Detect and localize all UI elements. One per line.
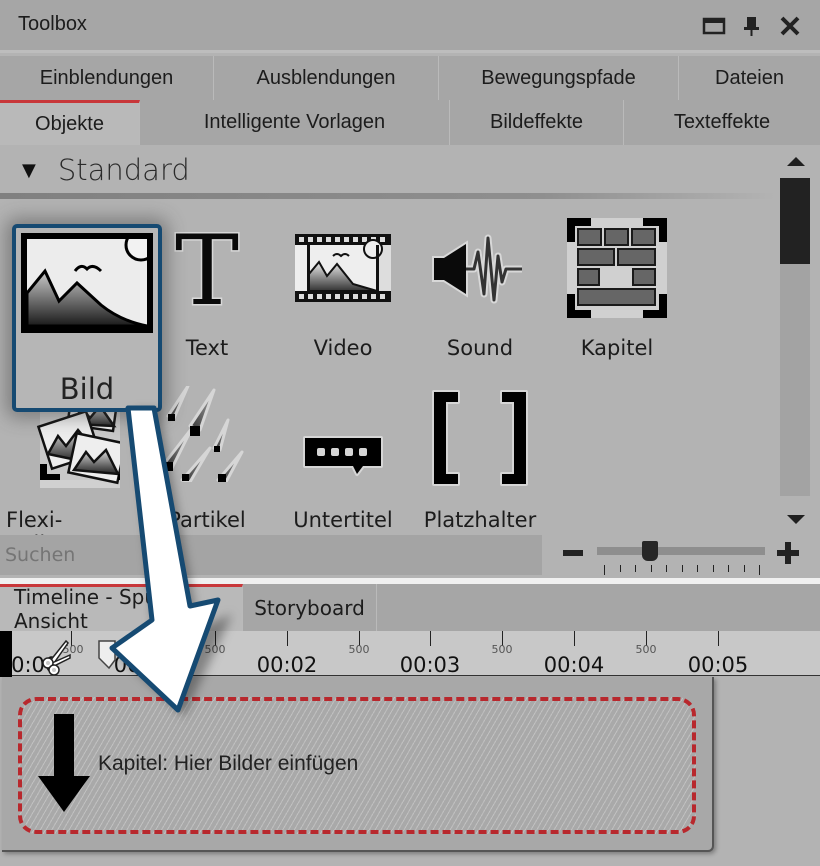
- zoom-in-icon[interactable]: [777, 542, 799, 564]
- sound-icon: [430, 234, 530, 308]
- object-item-platzhalter[interactable]: Platzhalter: [410, 380, 550, 532]
- object-item-bild[interactable]: Bild: [12, 224, 162, 412]
- tab-bewegungspfade[interactable]: Bewegungspfade: [439, 56, 679, 101]
- tab-einblendungen[interactable]: Einblendungen: [0, 56, 214, 101]
- ruler-tick: [718, 631, 719, 646]
- object-label: Bild: [59, 372, 115, 406]
- search-input[interactable]: [0, 535, 542, 575]
- image-icon: [21, 228, 158, 337]
- collapse-triangle-icon[interactable]: ▼: [22, 160, 36, 181]
- ruler-tick: [144, 631, 145, 646]
- objects-scrollbar[interactable]: [780, 145, 820, 530]
- tab-ausblendungen[interactable]: Ausblendungen: [214, 56, 439, 101]
- ruler-time: 00:01: [113, 653, 175, 677]
- scissors-icon[interactable]: [40, 639, 72, 679]
- ruler-sub-label: 500: [635, 643, 657, 656]
- ruler-sub-label: 500: [491, 643, 513, 656]
- placeholder-icon: [430, 388, 530, 492]
- object-item-sound[interactable]: Sound: [410, 226, 550, 376]
- ruler-tick: [574, 631, 575, 646]
- object-item-video[interactable]: Video: [273, 226, 413, 376]
- tab-storyboard[interactable]: Storyboard: [243, 584, 377, 631]
- text-icon: T: [167, 214, 247, 329]
- toolbox-titlebar: Toolbox: [0, 0, 820, 53]
- scroll-thumb[interactable]: [780, 178, 810, 264]
- icon-size-slider[interactable]: [597, 547, 765, 555]
- object-item-kapitel[interactable]: Kapitel: [547, 216, 687, 366]
- tab-row-2: Objekte Intelligente Vorlagen Bildeffekt…: [0, 100, 820, 145]
- slider-ticks: [604, 565, 760, 575]
- tab-row-1: Einblendungen Ausblendungen Bewegungspfa…: [0, 56, 820, 101]
- icon-size-slider-thumb[interactable]: [642, 541, 658, 561]
- maximize-icon[interactable]: [702, 14, 726, 38]
- video-icon: [293, 234, 393, 306]
- ruler-sub-label: 500: [204, 643, 226, 656]
- object-item-untertitel[interactable]: Untertitel: [273, 380, 413, 532]
- particle-icon: [152, 384, 262, 486]
- chapter-label: Kapitel: Hier Bilder einfügen: [98, 752, 359, 775]
- ruler-tick: [430, 631, 431, 646]
- ruler-time: 00:04: [543, 653, 605, 677]
- section-standard-header[interactable]: ▼ Standard: [22, 153, 190, 187]
- down-arrow-icon: [38, 714, 90, 818]
- scroll-down-icon[interactable]: [787, 515, 805, 524]
- timeline-ruler[interactable]: 500 00:00 00:01 500 00:02 500 00:03 500 …: [0, 631, 820, 679]
- ruler-time: 00:02: [256, 653, 318, 677]
- tab-objekte[interactable]: Objekte: [0, 100, 140, 145]
- object-label: Partikel: [168, 508, 246, 532]
- ruler-sub-label: 500: [348, 643, 370, 656]
- object-label: Video: [313, 336, 373, 360]
- marker-icon[interactable]: [98, 640, 120, 674]
- subtitle-icon: [301, 434, 385, 484]
- tab-intelligente-vorlagen[interactable]: Intelligente Vorlagen: [140, 100, 450, 145]
- tab-texteffekte[interactable]: Texteffekte: [624, 100, 820, 145]
- chapter-icon: [567, 218, 667, 322]
- section-label: Standard: [57, 153, 190, 187]
- object-label: Sound: [446, 336, 514, 360]
- ruler-time: 00:03: [399, 653, 461, 677]
- zoom-out-icon[interactable]: [563, 550, 583, 556]
- timeline-tabs: Timeline - Spur-Ansicht Storyboard: [0, 584, 820, 633]
- svg-text:T: T: [175, 228, 239, 318]
- close-icon[interactable]: [778, 14, 802, 38]
- tab-timeline[interactable]: Timeline - Spur-Ansicht: [0, 584, 243, 633]
- object-label: Kapitel: [580, 336, 654, 360]
- tab-dateien[interactable]: Dateien: [679, 56, 820, 101]
- ruler-tick: [287, 631, 288, 646]
- window-title: Toolbox: [18, 13, 87, 35]
- scroll-up-icon[interactable]: [787, 157, 805, 166]
- ruler-time: 00:05: [687, 653, 749, 677]
- object-label: Untertitel: [293, 508, 393, 532]
- section-divider: [0, 193, 775, 199]
- object-label: Platzhalter: [423, 508, 537, 532]
- tab-bildeffekte[interactable]: Bildeffekte: [450, 100, 624, 145]
- pin-icon[interactable]: [740, 14, 764, 38]
